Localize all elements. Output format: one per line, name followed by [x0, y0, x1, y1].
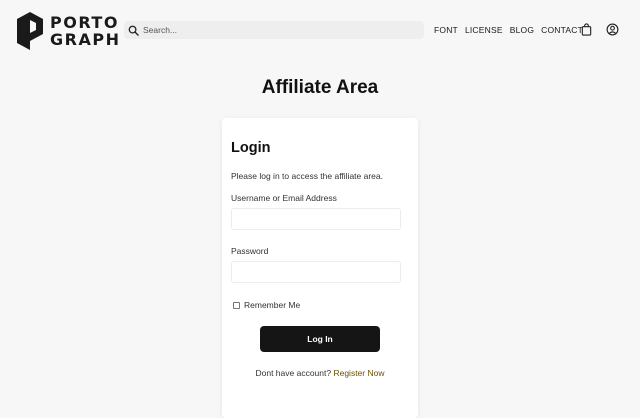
logo-text: PORTO GRAPH [50, 14, 120, 48]
page-title: Affiliate Area [261, 77, 379, 98]
nav-link-contact[interactable]: CONTACT [541, 25, 583, 35]
login-title: Login [231, 140, 271, 156]
username-label: Username or Email Address [231, 193, 337, 203]
login-card: Login Please log in to access the affili… [222, 118, 418, 418]
search-input[interactable] [143, 22, 413, 38]
nav-link-font[interactable]: FONT [434, 25, 458, 35]
logo-text-line1: PORTO [50, 13, 119, 32]
shopping-bag-icon[interactable] [580, 23, 593, 36]
main-nav: FONT LICENSE BLOG CONTACT [434, 24, 590, 36]
nav-link-blog[interactable]: BLOG [510, 25, 534, 35]
log-in-button[interactable]: Log In [260, 326, 380, 352]
register-prompt-text: Dont have account? [255, 368, 332, 378]
portograph-logo-icon [17, 12, 43, 50]
register-prompt: Dont have account? Register Now [222, 368, 418, 378]
search-bar [124, 21, 424, 39]
site-header: PORTO GRAPH FONT LICENSE BLOG CONTACT [0, 0, 640, 62]
logo-text-line2: GRAPH [50, 30, 121, 49]
remember-me-checkbox[interactable] [233, 301, 240, 309]
password-field[interactable] [231, 261, 401, 283]
nav-link-license[interactable]: LICENSE [465, 25, 503, 35]
search-icon[interactable] [128, 25, 139, 36]
username-field[interactable] [231, 208, 401, 230]
password-label: Password [231, 246, 269, 256]
login-intro-text: Please log in to access the affiliate ar… [231, 171, 383, 181]
remember-me-label[interactable]: Remember Me [244, 300, 300, 310]
register-now-link[interactable]: Register Now [333, 368, 384, 378]
logo[interactable]: PORTO GRAPH [17, 12, 120, 50]
remember-me-row[interactable]: Remember Me [233, 300, 300, 310]
user-icon[interactable] [606, 23, 619, 36]
